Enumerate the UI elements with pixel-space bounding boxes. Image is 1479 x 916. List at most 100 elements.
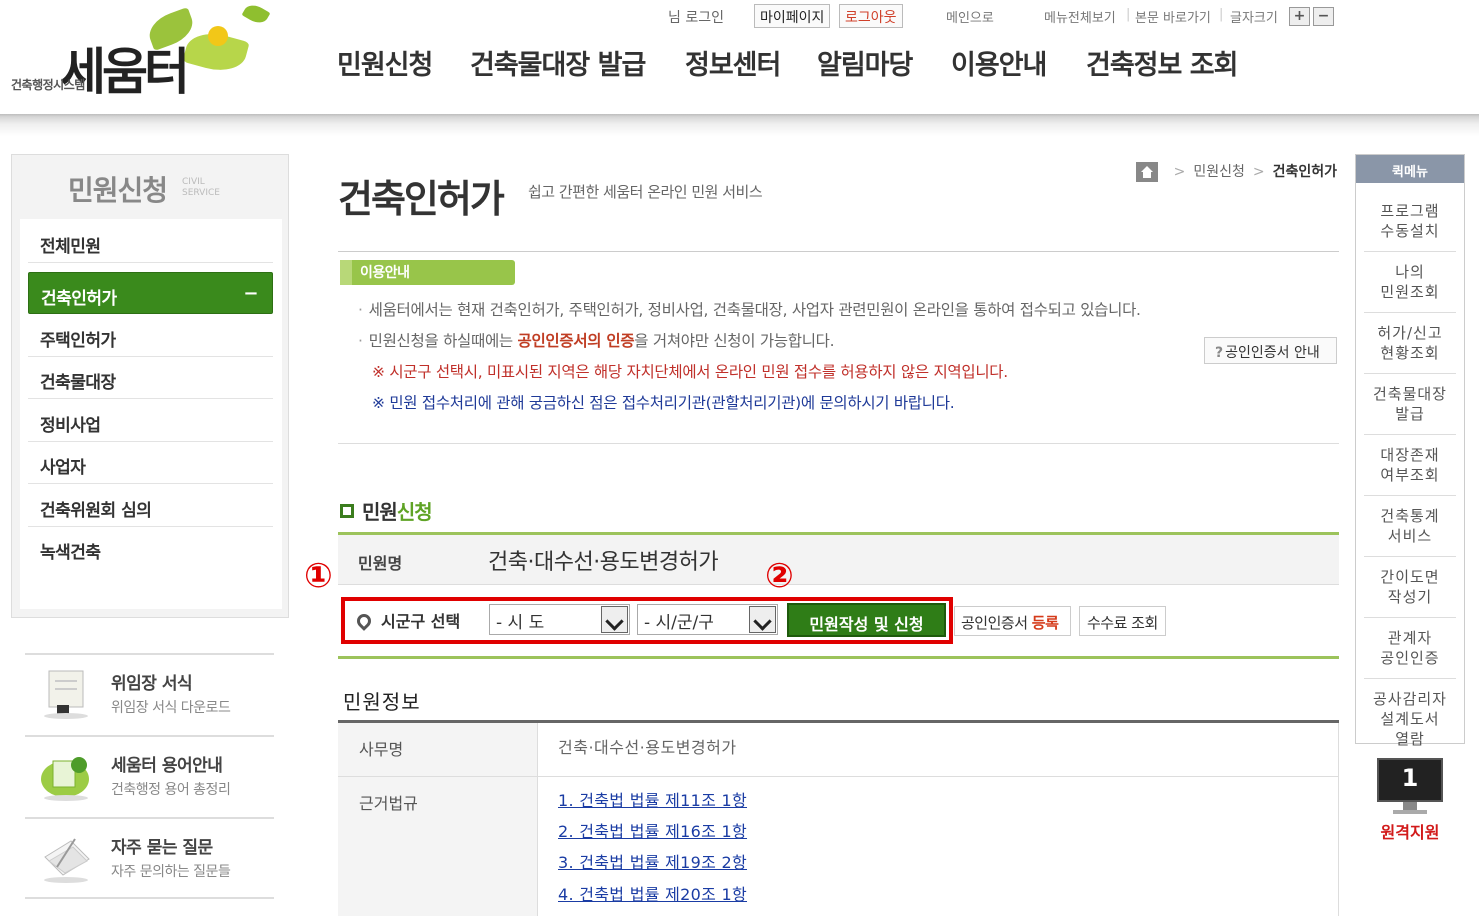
cert-register-emphasis: 등록 bbox=[1031, 614, 1059, 632]
font-increase-button[interactable]: + bbox=[1289, 7, 1310, 26]
sitemap-link[interactable]: 메뉴전체보기 bbox=[1044, 7, 1116, 26]
civil-info-heading: 민원정보 bbox=[343, 690, 421, 714]
quick-item-my-civil[interactable]: 나의 민원조회 bbox=[1364, 252, 1456, 313]
monitor-base bbox=[1393, 810, 1427, 814]
quick-item-line: 건축통계 bbox=[1380, 507, 1440, 525]
civil-name-value: 건축·대수선·용도변경허가 bbox=[488, 550, 719, 575]
cert-guide-button[interactable]: ? 공인인증서 안내 bbox=[1204, 337, 1337, 364]
mypage-button[interactable]: 마이페이지 bbox=[754, 4, 831, 28]
office-name-label: 사무명 bbox=[359, 740, 404, 759]
breadcrumb: > 민원신청 > 건축인허가 bbox=[1135, 161, 1337, 183]
banner-title: 세움터 용어안내 bbox=[111, 756, 223, 776]
guide-text-1-content: 세움터에서는 현재 건축인허가, 주택인허가, 정비사업, 건축물대장, 사업자… bbox=[368, 301, 1141, 319]
apply-section-heading: 민원신청 bbox=[340, 496, 433, 525]
remote-support-button[interactable]: 1 원격지원 bbox=[1377, 758, 1443, 842]
fee-inquiry-button[interactable]: 수수료 조회 bbox=[1079, 606, 1166, 636]
quick-item-line: 나의 bbox=[1395, 263, 1425, 281]
civil-name-row: 민원명 건축·대수선·용도변경허가 bbox=[338, 535, 1339, 585]
gnb-item-guide[interactable]: 이용안내 bbox=[951, 43, 1047, 82]
quick-item-line: 프로그램 bbox=[1380, 202, 1440, 220]
seumteo-logo[interactable]: 세움터 건축행정시스템 bbox=[8, 1, 271, 104]
gnb-item-building-info[interactable]: 건축정보 조회 bbox=[1086, 43, 1238, 82]
legal-basis-link[interactable]: 4. 건축법 법률 제20조 1항 bbox=[558, 881, 747, 905]
legal-basis-label: 근거법규 bbox=[359, 794, 418, 813]
bullet-icon: · bbox=[358, 332, 363, 350]
apply-heading-b: 신청 bbox=[396, 500, 433, 524]
banner-faq[interactable]: 자주 묻는 질문 자주 문의하는 질문들 bbox=[25, 817, 274, 899]
chevron-right-icon: > bbox=[1252, 164, 1265, 180]
guide-text-2-post: 을 거쳐야만 신청이 가능합니다. bbox=[634, 332, 835, 350]
quick-menu: 퀵메뉴 프로그램수동설치 나의 민원조회 허가/신고 현황조회 건축물대장 발급 대장… bbox=[1355, 154, 1465, 748]
annotation-marker-2: ② bbox=[765, 556, 794, 596]
banner-desc: 건축행정 용어 총정리 bbox=[111, 782, 231, 798]
sidebar-item-building-register[interactable]: 건축물대장 bbox=[28, 357, 273, 399]
sidebar-item-housing-permit[interactable]: 주택인허가 bbox=[28, 315, 273, 357]
quick-item-line: 작성기 bbox=[1387, 588, 1433, 606]
guide-notice-contact: ※ 민원 접수처리에 관해 궁금하신 점은 접수처리기관(관할처리기관)에 문의… bbox=[372, 394, 955, 412]
main-link[interactable]: 메인으로 bbox=[946, 7, 994, 26]
info-row-divider bbox=[338, 776, 1339, 777]
quick-item-line: 수동설치 bbox=[1380, 222, 1440, 240]
quick-item-line: 건축물대장 bbox=[1372, 385, 1447, 403]
logo-flower bbox=[208, 26, 228, 46]
quick-item-program-install[interactable]: 프로그램수동설치 bbox=[1364, 191, 1456, 252]
gnb-item-civil-apply[interactable]: 민원신청 bbox=[337, 43, 433, 82]
gnb-item-info-center[interactable]: 정보센터 bbox=[685, 43, 781, 82]
quick-item-line: 여부조회 bbox=[1380, 466, 1440, 484]
guide-divider bbox=[338, 443, 1339, 444]
banner-glossary[interactable]: 세움터 용어안내 건축행정 용어 총정리 bbox=[25, 735, 274, 817]
document-stamp-icon bbox=[44, 670, 88, 719]
quick-item-statistics[interactable]: 건축통계서비스 bbox=[1364, 496, 1456, 557]
breadcrumb-item[interactable]: 민원신청 bbox=[1193, 164, 1245, 180]
util-separator: | bbox=[1219, 7, 1224, 22]
left-sidebar: 민원신청 CIVIL SERVICE 전체민원 건축인허가 − 주택인허가 건축물대… bbox=[11, 154, 289, 618]
login-status: 님 로그인 bbox=[668, 10, 724, 26]
sidebar-item-green-building[interactable]: 녹색건축 bbox=[28, 527, 273, 569]
skip-to-content-link[interactable]: 본문 바로가기 bbox=[1135, 7, 1211, 26]
banner-desc: 위임장 서식 다운로드 bbox=[111, 700, 231, 716]
quick-item-permit-status[interactable]: 허가/신고 현황조회 bbox=[1364, 313, 1456, 374]
font-decrease-button[interactable]: − bbox=[1313, 7, 1334, 26]
gnb-item-building-register[interactable]: 건축물대장 발급 bbox=[470, 43, 646, 82]
sidebar-item-business[interactable]: 사업자 bbox=[28, 442, 273, 484]
quick-item-line: 공인인증 bbox=[1380, 649, 1440, 667]
home-icon[interactable] bbox=[1135, 162, 1158, 182]
cert-register-button[interactable]: 공인인증서 등록 bbox=[954, 606, 1071, 636]
sidebar-item-label: 전체민원 bbox=[40, 237, 101, 257]
sidebar-title-text: 민원신청 bbox=[68, 174, 168, 207]
sidebar-menu: 전체민원 건축인허가 − 주택인허가 건축물대장 정비사업 사업자 건축위원회 심… bbox=[20, 219, 282, 609]
banner-title: 자주 묻는 질문 bbox=[111, 838, 213, 858]
quick-item-line: 열람 bbox=[1395, 730, 1425, 748]
sidebar-item-label: 사업자 bbox=[40, 458, 86, 478]
legal-basis-link[interactable]: 1. 건축법 법률 제11조 1항 bbox=[558, 787, 747, 811]
quick-menu-title: 퀵메뉴 bbox=[1356, 155, 1464, 183]
sidebar-item-all[interactable]: 전체민원 bbox=[28, 221, 273, 263]
logo-leaf-3 bbox=[241, 1, 271, 27]
sidebar-item-committee-review[interactable]: 건축위원회 심의 bbox=[28, 485, 273, 527]
sidebar-title-en-1: CIVIL bbox=[182, 177, 205, 187]
guide-warning-region: ※ 시군구 선택시, 미표시된 지역은 해당 자치단체에서 온라인 민원 접수를… bbox=[372, 363, 1008, 381]
banner-power-of-attorney[interactable]: 위임장 서식 위임장 서식 다운로드 bbox=[25, 653, 274, 735]
quick-item-register-issue[interactable]: 건축물대장 발급 bbox=[1364, 374, 1456, 435]
quick-item-line: 설계도서 bbox=[1380, 710, 1440, 728]
sidebar-item-building-permit[interactable]: 건축인허가 − bbox=[28, 272, 273, 314]
legal-basis-link[interactable]: 3. 건축법 법률 제19조 2항 bbox=[558, 849, 747, 873]
sidebar-title: 민원신청 CIVIL SERVICE bbox=[12, 155, 288, 219]
glossary-icon bbox=[41, 757, 89, 801]
legal-basis-link[interactable]: 2. 건축법 법률 제16조 1항 bbox=[558, 818, 747, 842]
sidebar-item-redevelopment[interactable]: 정비사업 bbox=[28, 400, 273, 442]
bullet-icon: · bbox=[358, 301, 363, 319]
gnb-item-notice[interactable]: 알림마당 bbox=[817, 43, 913, 82]
quick-item-supervisor-docs[interactable]: 공사감리자 설계도서 열람 bbox=[1364, 679, 1456, 748]
quick-item-related-cert[interactable]: 관계자 공인인증 bbox=[1364, 618, 1456, 679]
quick-item-line: 현황조회 bbox=[1380, 344, 1440, 362]
office-name-value: 건축·대수선·용도변경허가 bbox=[558, 738, 737, 757]
quick-item-line: 서비스 bbox=[1387, 527, 1433, 545]
logout-button[interactable]: 로그아웃 bbox=[839, 4, 903, 28]
guide-text-2-emphasis: 공인인증서의 인증 bbox=[517, 332, 635, 350]
faq-icon bbox=[44, 838, 90, 883]
civil-name-label: 민원명 bbox=[358, 554, 403, 573]
quick-item-simple-drawing[interactable]: 간이도면 작성기 bbox=[1364, 557, 1456, 618]
question-icon: ? bbox=[1215, 345, 1224, 361]
quick-item-register-exists[interactable]: 대장존재 여부조회 bbox=[1364, 435, 1456, 496]
